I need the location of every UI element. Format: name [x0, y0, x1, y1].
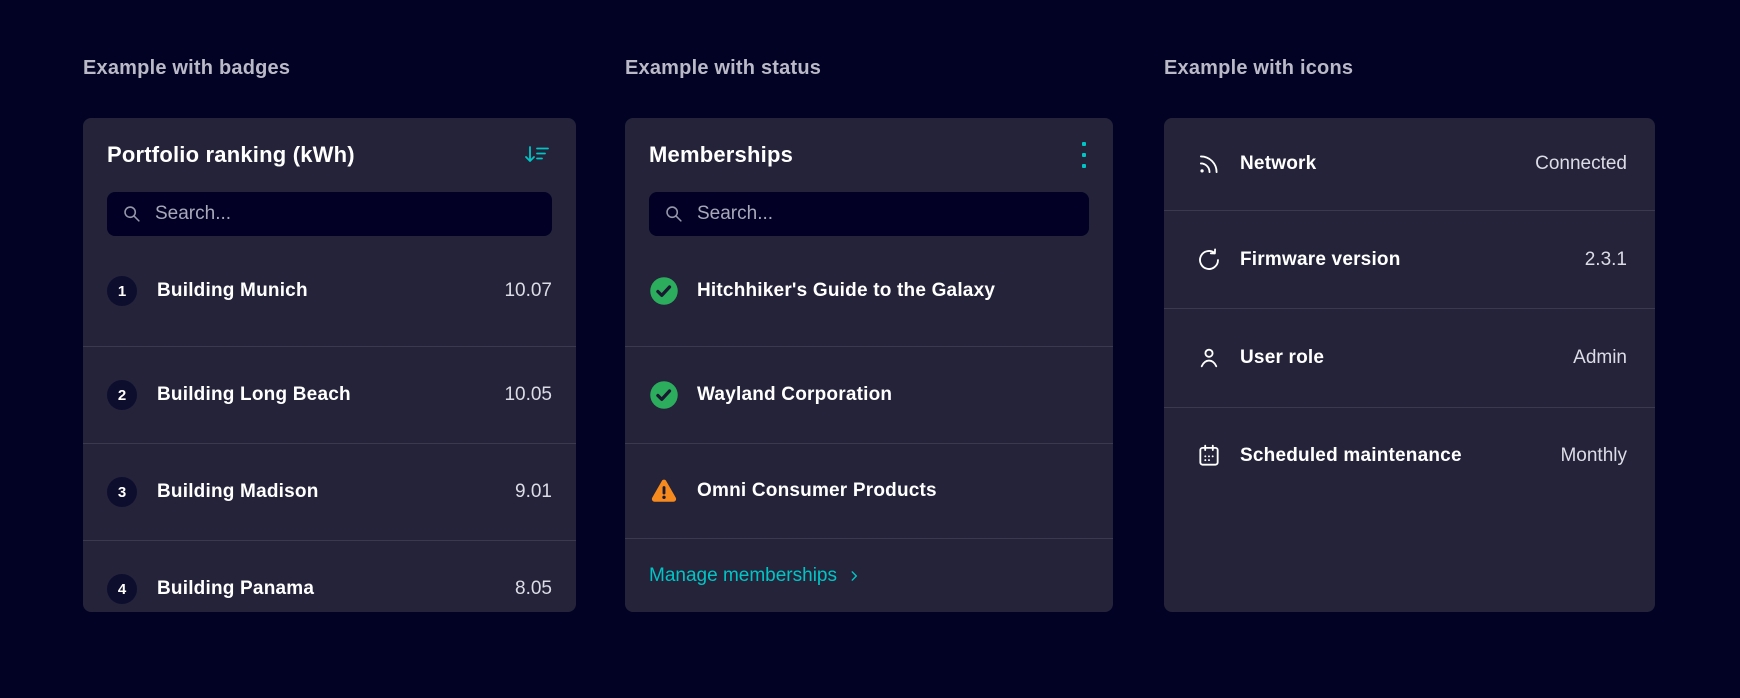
network-icon — [1196, 151, 1222, 177]
info-row: Firmware version 2.3.1 — [1164, 210, 1655, 308]
search-icon — [663, 203, 685, 225]
info-label: Firmware version — [1240, 248, 1401, 270]
calendar-icon — [1196, 443, 1222, 469]
section-heading: Example with status — [625, 57, 822, 79]
card-title: Portfolio ranking (kWh) — [107, 142, 355, 167]
device-info-card: Network Connected Firmware version 2.3.1 — [1164, 118, 1655, 612]
kebab-menu-button[interactable] — [1079, 139, 1089, 171]
search-box — [107, 192, 552, 236]
building-value: 8.05 — [515, 578, 552, 599]
success-check-icon — [649, 276, 679, 306]
memberships-card: Memberships Search... Hitchhiker's Guide… — [625, 118, 1113, 612]
section-status: Example with status Memberships Search..… — [625, 56, 1113, 612]
building-name: Building Panama — [157, 578, 315, 599]
sort-button[interactable] — [522, 142, 552, 168]
rank-badge: 2 — [107, 380, 137, 410]
section-heading: Example with icons — [1164, 57, 1354, 79]
ranking-list: 1 Building Munich 10.07 2 Building Long … — [83, 236, 576, 612]
success-check-icon — [649, 380, 679, 410]
info-value: 2.3.1 — [1584, 248, 1627, 270]
membership-row: Wayland Corporation — [625, 346, 1113, 443]
info-row: Network Connected — [1164, 118, 1655, 210]
sort-descending-icon — [524, 144, 550, 166]
search-box — [649, 192, 1089, 236]
ranking-row: 4 Building Panama 8.05 — [83, 540, 576, 612]
card-header: Memberships — [625, 118, 1113, 192]
membership-name: Hitchhiker's Guide to the Galaxy — [697, 280, 996, 301]
building-value: 9.01 — [515, 481, 552, 502]
rank-badge: 4 — [107, 574, 137, 604]
info-value: Admin — [1573, 347, 1627, 368]
kebab-menu-icon — [1081, 141, 1087, 169]
chevron-right-icon — [847, 569, 861, 583]
membership-name: Omni Consumer Products — [697, 480, 937, 501]
building-name: Building Munich — [157, 280, 308, 301]
building-value: 10.05 — [504, 384, 552, 405]
search-icon — [121, 203, 143, 225]
card-header: Portfolio ranking (kWh) — [83, 118, 576, 192]
info-label: User role — [1240, 347, 1325, 368]
info-label: Scheduled maintenance — [1240, 445, 1462, 466]
section-icons: Example with icons Network Connected Fir… — [1164, 56, 1655, 612]
warning-triangle-icon — [649, 476, 679, 506]
search-input[interactable] — [155, 203, 538, 225]
rank-badge: 3 — [107, 477, 137, 507]
info-list: Network Connected Firmware version 2.3.1 — [1164, 118, 1655, 505]
info-value: Connected — [1535, 153, 1627, 174]
ranking-row: 2 Building Long Beach 10.05 — [83, 346, 576, 443]
link-label: Manage memberships — [649, 564, 837, 586]
user-icon — [1196, 345, 1222, 371]
info-label: Network — [1240, 153, 1317, 174]
ranking-row: 1 Building Munich 10.07 — [83, 236, 576, 346]
portfolio-ranking-card: Portfolio ranking (kWh) Search... 1 Buil… — [83, 118, 576, 612]
rank-badge: 1 — [107, 276, 137, 306]
info-value: Monthly — [1560, 445, 1627, 466]
search-input[interactable] — [697, 203, 1075, 225]
section-heading: Example with badges — [83, 57, 291, 79]
membership-row: Omni Consumer Products — [625, 443, 1113, 538]
info-row: Scheduled maintenance Monthly — [1164, 407, 1655, 505]
section-badges: Example with badges Portfolio ranking (k… — [83, 56, 576, 612]
ranking-row: 3 Building Madison 9.01 — [83, 443, 576, 540]
manage-memberships-link[interactable]: Manage memberships — [649, 565, 861, 587]
firmware-refresh-icon — [1196, 247, 1222, 273]
building-name: Building Madison — [157, 481, 319, 502]
card-footer: Manage memberships — [625, 538, 1113, 612]
info-row: User role Admin — [1164, 308, 1655, 407]
membership-name: Wayland Corporation — [697, 384, 893, 405]
card-title: Memberships — [649, 142, 794, 167]
membership-row: Hitchhiker's Guide to the Galaxy — [625, 236, 1113, 346]
building-value: 10.07 — [504, 280, 552, 301]
building-name: Building Long Beach — [157, 384, 351, 405]
membership-list: Hitchhiker's Guide to the Galaxy Wayland… — [625, 236, 1113, 538]
